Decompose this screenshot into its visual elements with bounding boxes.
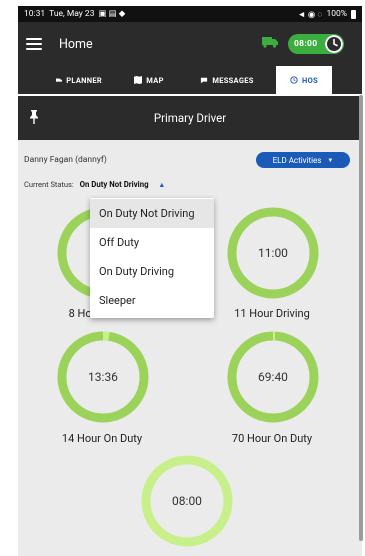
system-status-bar: 10:31 Tue, May 23 ▣ ▤ ◆ ◄ ◉ ◌ 100%	[18, 6, 362, 22]
status-bar-right: ◄ ◉ ◌ 100%	[297, 9, 356, 20]
notification-icons: ▣ ▤ ◆	[98, 9, 126, 19]
primary-driver-header: Primary Driver	[18, 96, 362, 140]
caret-up-icon[interactable]: ▲	[158, 181, 165, 189]
tab-label: HOS	[302, 75, 318, 85]
pin-icon[interactable]	[28, 110, 40, 124]
tab-label: MESSAGES	[212, 75, 254, 85]
gauge-11-hour-driving: 11:00	[226, 206, 320, 300]
truck-icon	[56, 78, 63, 82]
tab-planner[interactable]: PLANNER	[56, 66, 102, 94]
current-status-label: Current Status:	[24, 180, 74, 189]
tab-label: MAP	[146, 75, 164, 85]
status-option-sleeper[interactable]: Sleeper	[90, 286, 214, 315]
main-tabs: PLANNER MAP MESSAGES HOS	[18, 66, 362, 94]
status-option-on-duty-driving[interactable]: On Duty Driving	[90, 257, 214, 286]
eld-activities-button[interactable]: ELD Activities ▼	[256, 152, 350, 168]
gauge-70-hour-on-duty: 69:40	[226, 330, 320, 424]
status-right-icons: ◄ ◉ ◌	[297, 9, 323, 20]
gauge-14-hour-on-duty: 13:36	[56, 330, 150, 424]
gauge-value: 13:36	[88, 370, 118, 384]
scrollbar[interactable]	[359, 95, 363, 541]
gauge-value: 11:00	[258, 246, 288, 260]
gauge-break: 08:00	[140, 454, 234, 548]
gauge-value: 69:40	[258, 370, 288, 384]
gauge-label: 14 Hour On Duty	[61, 432, 143, 445]
tab-hos[interactable]: HOS	[276, 66, 332, 94]
status-time: 10:31	[24, 9, 46, 19]
app-title: Home	[59, 36, 93, 52]
battery-icon	[351, 9, 356, 19]
gauge-value: 08:00	[172, 494, 202, 508]
truck-status-icon	[262, 37, 278, 48]
current-status-value[interactable]: On Duty Not Driving	[80, 180, 149, 189]
tab-map[interactable]: MAP	[126, 66, 172, 94]
status-date: Tue, May 23	[49, 9, 95, 19]
gauge-label: 70 Hour On Duty	[231, 432, 313, 445]
hos-clock-pill[interactable]: 08:00	[288, 34, 344, 54]
app-bar: Home 08:00	[18, 22, 362, 66]
hos-clock-time: 08:00	[294, 39, 318, 49]
battery-text: 100%	[326, 9, 347, 19]
hamburger-menu-icon[interactable]	[26, 38, 42, 50]
current-status: Current Status: On Duty Not Driving ▲	[24, 180, 165, 189]
status-dropdown-menu: On Duty Not Driving Off Duty On Duty Dri…	[90, 198, 214, 318]
eld-activities-label: ELD Activities	[272, 155, 322, 165]
map-icon	[134, 76, 143, 84]
clock-icon	[290, 76, 298, 84]
tab-label: PLANNER	[66, 75, 102, 85]
status-option-off-duty[interactable]: Off Duty	[90, 228, 214, 257]
chat-icon	[201, 77, 208, 83]
driver-name: Danny Fagan (dannyf)	[24, 155, 107, 165]
chevron-down-icon: ▼	[327, 156, 334, 164]
status-bar-left: 10:31 Tue, May 23 ▣ ▤ ◆	[24, 9, 125, 19]
clock-icon	[325, 35, 343, 53]
status-option-on-duty-not-driving[interactable]: On Duty Not Driving	[90, 199, 214, 228]
tab-messages[interactable]: MESSAGES	[188, 66, 266, 94]
header-title: Primary Driver	[153, 111, 227, 125]
gauge-label: 11 Hour Driving	[234, 307, 310, 320]
